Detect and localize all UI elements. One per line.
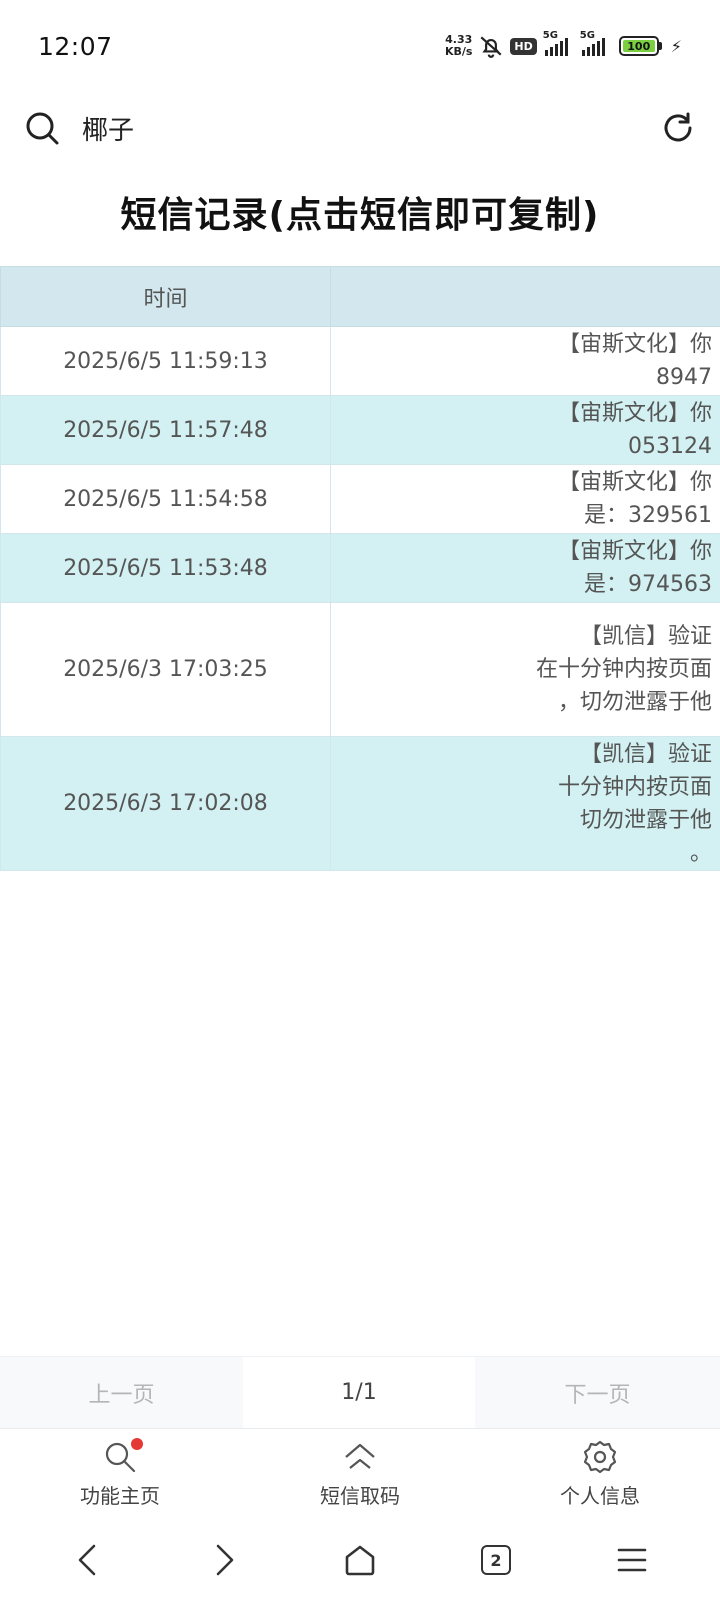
table-row[interactable]: 2025/6/5 11:54:58 【宙斯文化】你 是：329561 (0, 464, 720, 534)
signal-sim2-icon: 5G (580, 30, 605, 56)
next-page-button[interactable]: 下一页 (475, 1357, 720, 1428)
sms-message-text: 【宙斯文化】你 8947 (557, 332, 712, 390)
sim2-label: 5G (579, 30, 595, 41)
tab-count-badge: 2 (481, 1545, 511, 1575)
sms-message[interactable]: 【凯信】验证 十分钟内按页面 切勿泄露于他 。 (330, 736, 720, 871)
sms-message[interactable]: 【凯信】验证 在十分钟内按页面 ，切勿泄露于他 (330, 602, 720, 737)
page-title: 短信记录(点击短信即可复制) (120, 195, 600, 236)
sms-message[interactable]: 【宙斯文化】你 053124 (330, 395, 720, 465)
menu-button[interactable] (608, 1536, 656, 1584)
sms-time: 2025/6/5 11:54:58 (0, 464, 331, 534)
column-header-time: 时间 (0, 266, 331, 327)
sim1-label: 5G (542, 30, 558, 41)
home-button[interactable] (336, 1536, 384, 1584)
chevron-left-icon (78, 1544, 96, 1576)
signal-sim1-icon: 5G (543, 30, 568, 56)
tab-label: 功能主页 (80, 1484, 160, 1508)
forward-button[interactable] (200, 1536, 248, 1584)
network-speed-unit: KB/s (444, 45, 473, 58)
sms-message-text: 【凯信】验证 十分钟内按页面 切勿泄露于他 。 (557, 741, 712, 866)
prev-page-button[interactable]: 上一页 (0, 1357, 243, 1428)
column-header-message (330, 266, 720, 327)
sms-message-text: 【宙斯文化】你 是：974563 (557, 539, 712, 597)
tab-function-home[interactable]: 功能主页 (0, 1429, 240, 1520)
sms-time: 2025/6/3 17:03:25 (0, 602, 331, 737)
table-row[interactable]: 2025/6/3 17:02:08 【凯信】验证 十分钟内按页面 切勿泄露于他 … (0, 736, 720, 871)
table-header-row: 时间 (0, 266, 720, 327)
refresh-icon[interactable] (660, 110, 696, 146)
sms-message[interactable]: 【宙斯文化】你 8947 (330, 326, 720, 396)
table-row[interactable]: 2025/6/5 11:59:13 【宙斯文化】你 8947 (0, 326, 720, 396)
page-indicator: 1/1 (243, 1357, 475, 1428)
search-icon[interactable] (24, 110, 60, 146)
table-row[interactable]: 2025/6/5 11:57:48 【宙斯文化】你 053124 (0, 395, 720, 465)
sms-message[interactable]: 【宙斯文化】你 是：974563 (330, 533, 720, 603)
sms-time: 2025/6/5 11:59:13 (0, 326, 331, 396)
tab-label: 个人信息 (560, 1484, 640, 1508)
sms-message-text: 【宙斯文化】你 053124 (557, 401, 712, 459)
sms-time: 2025/6/5 11:53:48 (0, 533, 331, 603)
tab-sms-code[interactable]: 短信取码 (240, 1429, 480, 1520)
network-speed: 4.33 KB/s (445, 34, 472, 58)
back-button[interactable] (64, 1536, 112, 1584)
chevron-right-icon (216, 1544, 234, 1576)
sms-time: 2025/6/5 11:57:48 (0, 395, 331, 465)
pagination: 上一页 1/1 下一页 (0, 1356, 720, 1428)
tabs-button[interactable]: 2 (472, 1536, 520, 1584)
sms-time: 2025/6/3 17:02:08 (0, 736, 331, 871)
table-row[interactable]: 2025/6/5 11:53:48 【宙斯文化】你 是：974563 (0, 533, 720, 603)
status-icons: 4.33 KB/s HD 5G 5G 100 ⚡ (445, 30, 682, 59)
bottom-tab-bar: 功能主页 短信取码 个人信息 (0, 1428, 720, 1520)
tab-personal-info[interactable]: 个人信息 (480, 1429, 720, 1520)
status-bar: 12:07 4.33 KB/s HD 5G 5G 100 ⚡ (0, 0, 720, 92)
battery-icon: 100 (618, 36, 662, 56)
hd-badge: HD (510, 37, 537, 55)
sms-message[interactable]: 【宙斯文化】你 是：329561 (330, 464, 720, 534)
browser-nav-bar: 2 (0, 1520, 720, 1600)
gear-icon (583, 1440, 617, 1474)
sms-message-text: 【宙斯文化】你 是：329561 (557, 470, 712, 528)
notification-dot (131, 1438, 143, 1450)
hamburger-menu-icon (617, 1548, 647, 1572)
tab-label: 短信取码 (320, 1484, 400, 1508)
top-bar: 椰子 (0, 92, 720, 164)
status-time: 12:07 (38, 31, 113, 61)
home-icon (345, 1545, 375, 1576)
home-icon (343, 1440, 377, 1474)
charging-icon: ⚡ (670, 36, 682, 56)
search-icon (103, 1438, 143, 1474)
sms-message-text: 【凯信】验证 在十分钟内按页面 ，切勿泄露于他 (535, 624, 712, 715)
table-row[interactable]: 2025/6/3 17:03:25 【凯信】验证 在十分钟内按页面 ，切勿泄露于… (0, 602, 720, 737)
sms-table: 时间 2025/6/5 11:59:13 【宙斯文化】你 8947 2025/6… (0, 266, 720, 871)
battery-level: 100 (622, 40, 655, 53)
bell-off-icon (480, 36, 502, 58)
search-query-text[interactable]: 椰子 (82, 110, 134, 147)
